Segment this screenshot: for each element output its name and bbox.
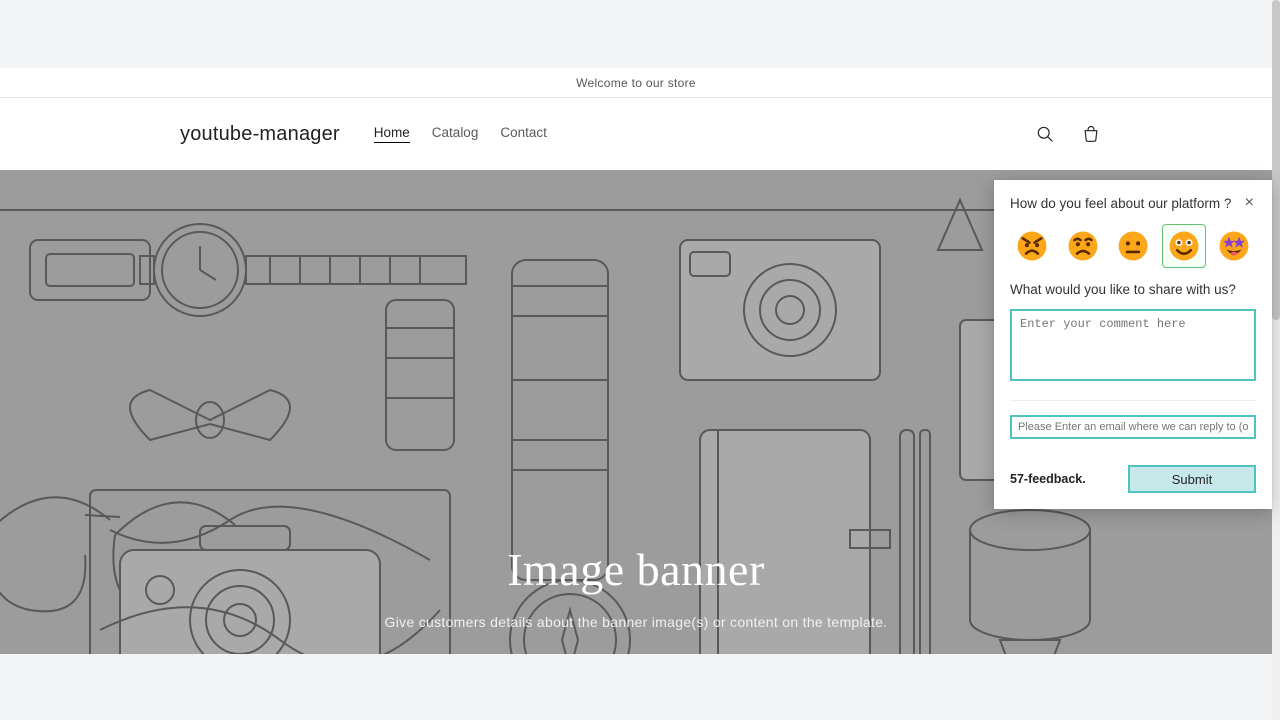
hero-title: Image banner (507, 543, 765, 596)
nav-catalog[interactable]: Catalog (432, 125, 479, 143)
feedback-email-input[interactable] (1010, 415, 1256, 439)
emoji-rating-row (1010, 224, 1256, 268)
feedback-question: How do you feel about our platform ? (1010, 196, 1231, 211)
emoji-happy[interactable] (1162, 224, 1206, 268)
nav-contact[interactable]: Contact (500, 125, 547, 143)
site-header: youtube-manager Home Catalog Contact (0, 98, 1272, 170)
cart-icon[interactable] (1080, 123, 1102, 145)
nav-home[interactable]: Home (374, 125, 410, 143)
feedback-comment-input[interactable] (1010, 309, 1256, 381)
search-icon[interactable] (1034, 123, 1056, 145)
feedback-widget: How do you feel about our platform ? × (994, 180, 1272, 509)
page-scrollbar[interactable] (1272, 0, 1280, 720)
primary-nav: Home Catalog Contact (374, 125, 547, 143)
feedback-brand: 57-feedback. (1010, 472, 1086, 486)
feedback-share-prompt: What would you like to share with us? (1010, 282, 1256, 297)
emoji-star-struck[interactable] (1212, 224, 1256, 268)
feedback-close-button[interactable]: × (1243, 194, 1256, 212)
emoji-neutral[interactable] (1111, 224, 1155, 268)
feedback-submit-button[interactable]: Submit (1128, 465, 1256, 493)
emoji-sad[interactable] (1061, 224, 1105, 268)
site-logo-text[interactable]: youtube-manager (180, 123, 340, 146)
hero-subtitle: Give customers details about the banner … (385, 614, 888, 630)
emoji-angry[interactable] (1010, 224, 1054, 268)
announcement-bar: Welcome to our store (0, 68, 1272, 98)
